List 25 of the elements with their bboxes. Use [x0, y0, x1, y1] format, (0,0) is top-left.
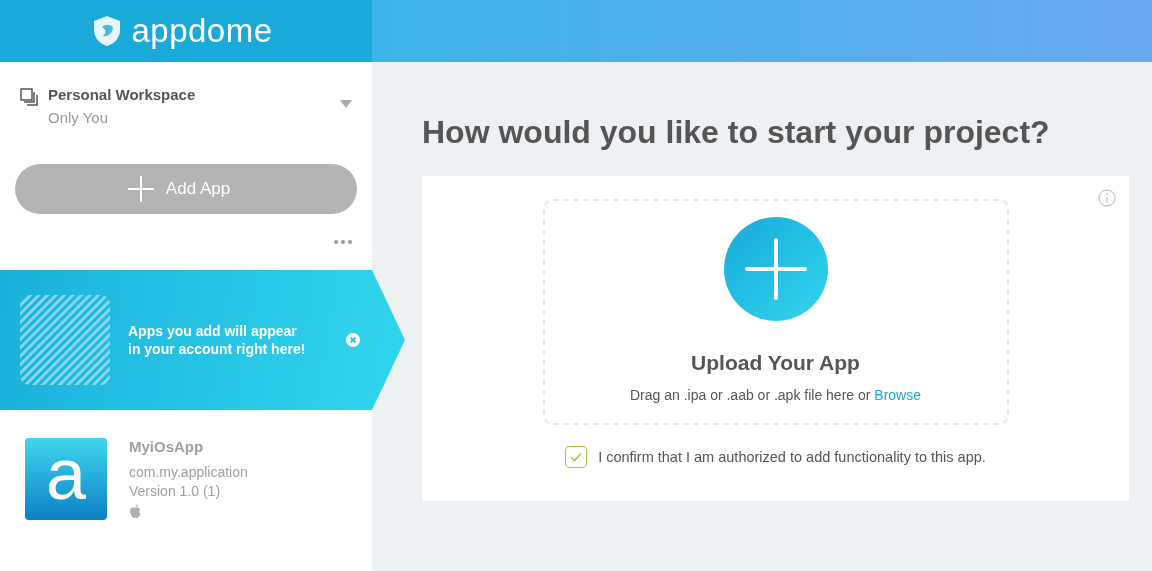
page-title: How would you like to start your project? [422, 114, 1051, 151]
confirm-checkbox[interactable] [565, 446, 588, 468]
drop-zone[interactable]: Upload Your App Drag an .ipa or .aab or .apk file here or Browse [542, 199, 1009, 425]
apple-icon [129, 504, 142, 519]
caret-icon[interactable] [340, 100, 352, 108]
upload-title: Upload Your App [691, 351, 860, 375]
app-version: Version 1.0 (1) [129, 483, 222, 499]
close-icon[interactable] [346, 333, 360, 347]
logo-text: appdome [131, 12, 273, 50]
check-icon [570, 452, 583, 462]
app-bundle-id: com.my.application [129, 464, 248, 480]
more-icon[interactable] [334, 240, 352, 244]
copies-icon [20, 88, 38, 106]
plus-icon [744, 238, 807, 300]
banner-text: Apps you add will appear in your account right here! [128, 322, 307, 358]
workspace-name[interactable]: Personal Workspace [48, 86, 330, 103]
workspace-subtitle: Only You [48, 109, 110, 126]
app-icon[interactable]: a [25, 438, 107, 520]
upload-hint: Drag an .ipa or .aab or .apk file here or Browse [629, 387, 921, 403]
info-icon[interactable] [1098, 189, 1116, 207]
confirm-label: I confirm that I am authorized to add functionality to this app. [598, 449, 986, 465]
plus-icon [127, 176, 154, 202]
app-name[interactable]: MyiOsApp [129, 438, 248, 455]
browse-link[interactable]: Browse [874, 387, 921, 403]
shield-icon [93, 15, 122, 47]
